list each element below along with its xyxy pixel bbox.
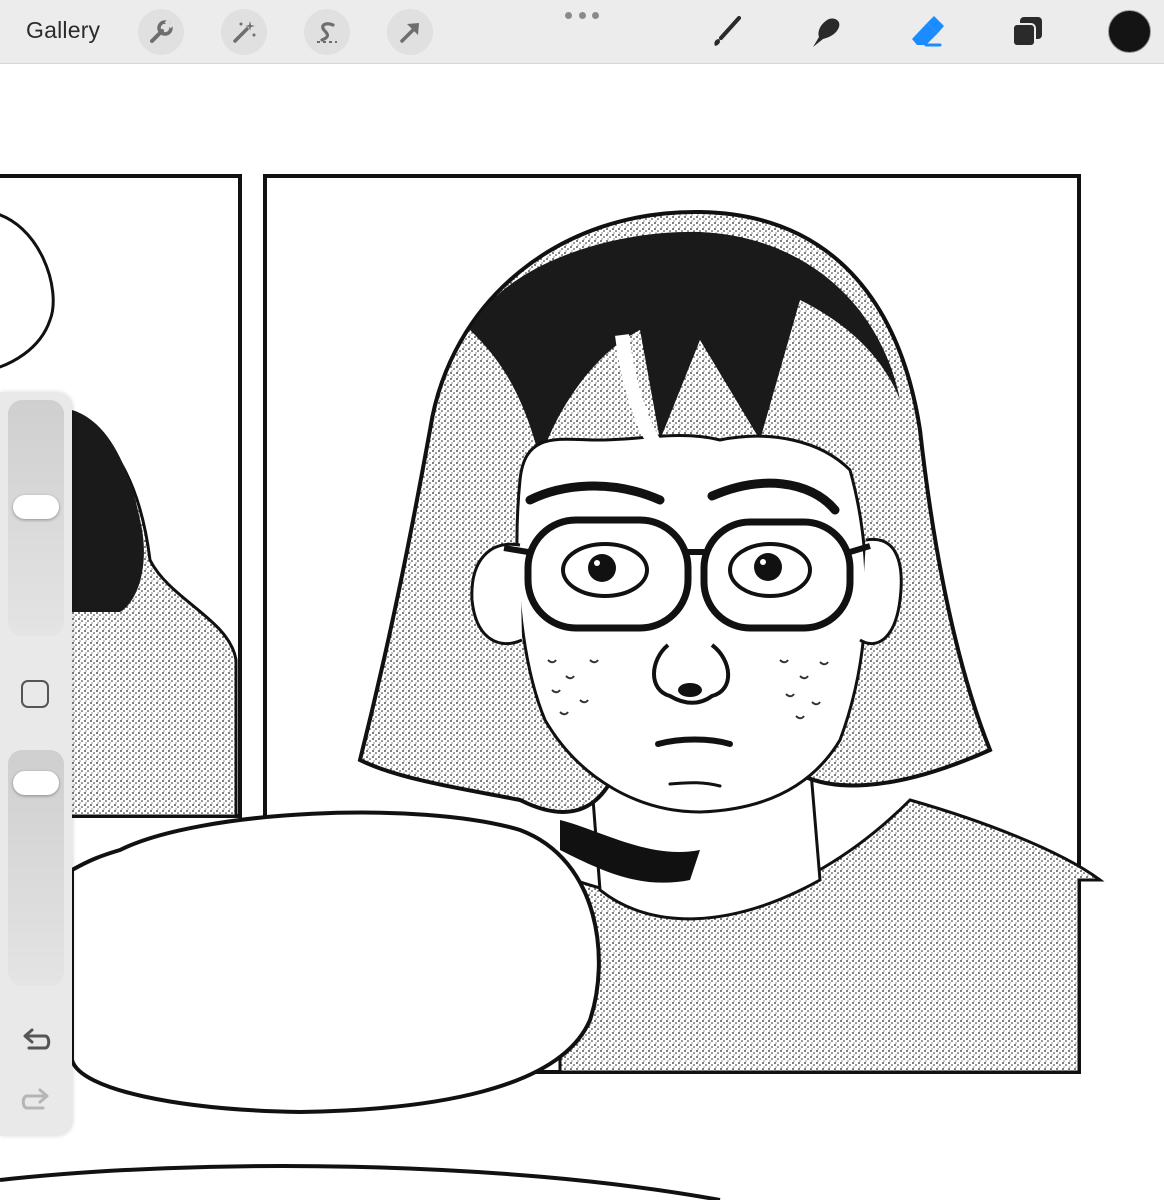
actions-button[interactable]: [138, 9, 184, 55]
gallery-button[interactable]: Gallery: [26, 17, 100, 44]
layers-icon: [1012, 17, 1042, 47]
redo-icon: [21, 1088, 49, 1110]
opacity-slider[interactable]: [8, 750, 64, 986]
opacity-thumb[interactable]: [13, 771, 59, 795]
left-pupil: [588, 554, 616, 582]
wrench-icon: [150, 19, 174, 43]
drawing-canvas[interactable]: [0, 64, 1164, 1200]
undo-icon: [23, 1028, 51, 1050]
left-speech-bubble: [0, 213, 55, 369]
dot-icon: [578, 12, 586, 19]
paint-tool-button[interactable]: [706, 12, 746, 52]
left-figure-hair: [72, 410, 144, 612]
brush-size-slider[interactable]: [8, 400, 64, 636]
brush-size-thumb[interactable]: [13, 495, 59, 519]
color-picker-button[interactable]: [1108, 10, 1151, 53]
magic-wand-icon: [233, 21, 256, 43]
modify-button[interactable]: [21, 680, 49, 708]
adjustments-button[interactable]: [221, 9, 267, 55]
eraser-tool-button[interactable]: [906, 12, 946, 52]
lower-speech-bubble: [0, 1164, 721, 1200]
brush-icon: [714, 16, 741, 46]
smudge-tool-button[interactable]: [806, 12, 846, 52]
transform-button[interactable]: [387, 9, 433, 55]
left-ear: [470, 542, 523, 646]
selection-button[interactable]: [304, 9, 350, 55]
layers-button[interactable]: [1007, 12, 1047, 52]
smudge-icon: [813, 18, 840, 47]
selection-s-icon: [317, 22, 337, 43]
transform-arrow-icon: [400, 23, 419, 43]
comic-artwork: [0, 174, 1105, 1200]
right-pupil: [754, 553, 782, 581]
top-toolbar: Gallery: [0, 0, 1164, 64]
more-options-button[interactable]: [565, 12, 599, 22]
redo-button[interactable]: [19, 1084, 53, 1114]
dot-icon: [592, 12, 599, 19]
undo-button[interactable]: [19, 1024, 53, 1054]
dot-icon: [565, 12, 572, 19]
left-sidebar: [0, 392, 72, 1136]
eraser-icon: [912, 16, 944, 47]
speech-bubble-main: [70, 810, 601, 1115]
